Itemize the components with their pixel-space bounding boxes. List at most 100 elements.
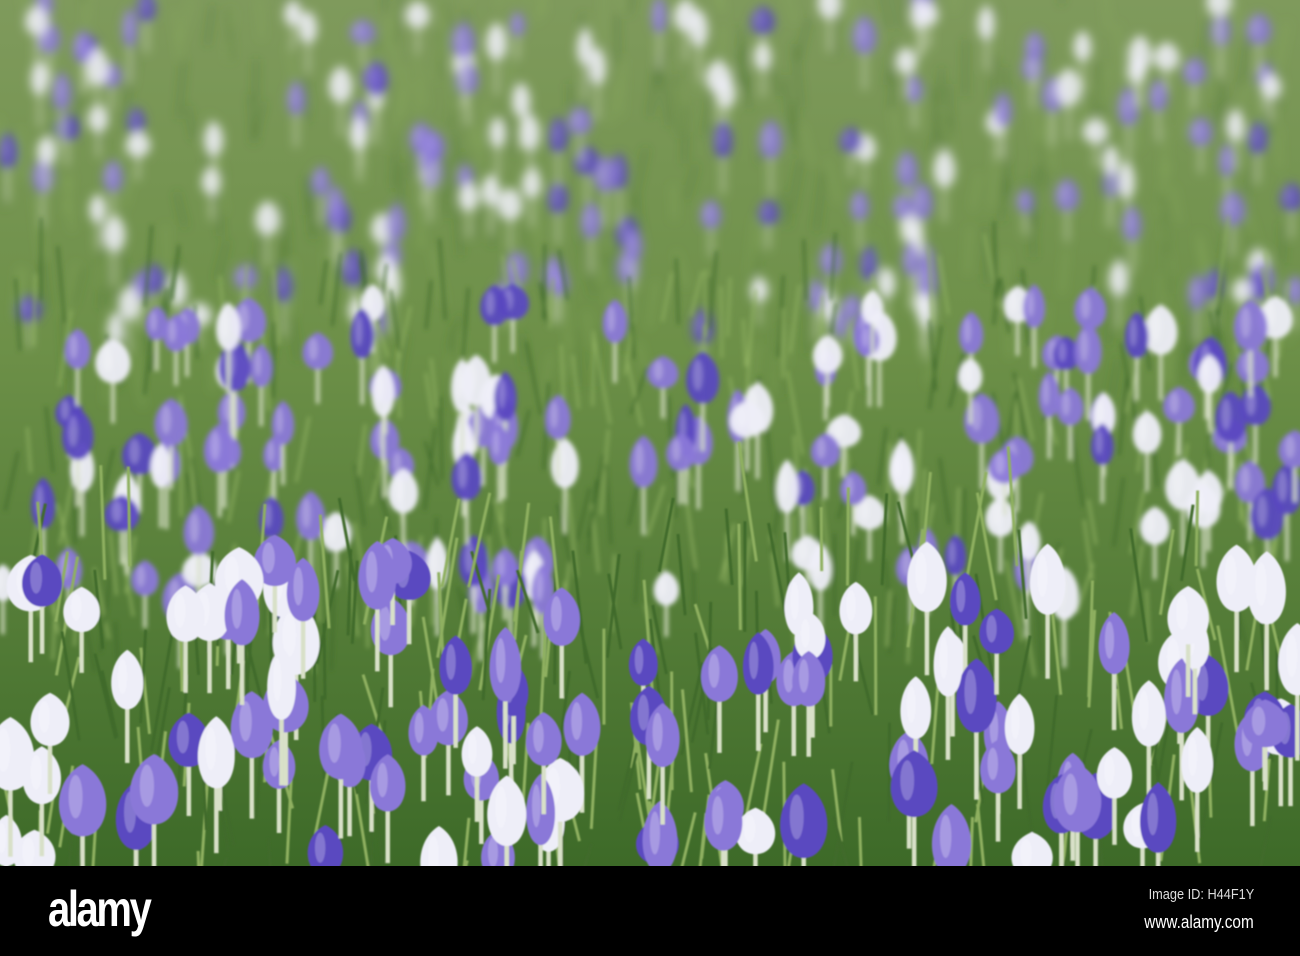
- petal-highlight: [712, 795, 724, 835]
- petal-highlight: [939, 636, 948, 679]
- petal-highlight: [658, 576, 667, 597]
- petal-highlight: [430, 544, 438, 577]
- alamy-url: www.alamy.com: [1144, 912, 1254, 932]
- petal-highlight: [1042, 377, 1050, 406]
- petal-highlight: [207, 126, 214, 148]
- petal-highlight: [302, 498, 311, 528]
- petal-highlight: [1063, 773, 1078, 816]
- petal-highlight: [915, 552, 927, 595]
- grass-blade: [602, 0, 605, 47]
- petal-highlight: [376, 372, 384, 404]
- petal-highlight: [845, 297, 852, 314]
- petal-highlight: [981, 10, 987, 31]
- petal-highlight: [900, 760, 915, 801]
- grass-blade: [720, 286, 724, 358]
- grass-blade: [1277, 126, 1281, 169]
- petal-highlight: [446, 644, 456, 680]
- petal-highlight: [129, 438, 140, 465]
- petal-highlight: [816, 437, 826, 459]
- petal-highlight: [1, 137, 8, 160]
- petal-highlight: [515, 87, 522, 109]
- petal-highlight: [580, 33, 585, 56]
- petal-highlight: [1240, 307, 1251, 338]
- petal-highlight: [56, 77, 62, 101]
- petal-highlight: [1077, 34, 1083, 54]
- grass-blade: [1005, 138, 1008, 196]
- petal-highlight: [914, 2, 920, 22]
- petal-highlight: [353, 121, 359, 142]
- petal-highlight: [1058, 341, 1067, 362]
- petal-highlight: [550, 596, 562, 632]
- petal-highlight: [790, 581, 799, 620]
- petal-highlight: [125, 13, 130, 38]
- petal-highlight: [654, 1, 660, 25]
- grass-blade: [737, 523, 742, 631]
- petal-highlight: [900, 155, 908, 179]
- petal-highlight: [1104, 754, 1115, 786]
- petal-highlight: [824, 247, 831, 268]
- petal-highlight: [40, 139, 47, 158]
- petal-highlight: [860, 500, 870, 521]
- petal-highlight: [920, 297, 926, 320]
- petal-highlight: [637, 694, 649, 731]
- petal-highlight: [1255, 562, 1267, 607]
- petal-highlight: [34, 65, 40, 87]
- petal-highlight: [592, 52, 598, 76]
- petal-highlight: [1097, 398, 1104, 426]
- petal-highlight: [390, 208, 397, 232]
- petal-highlight: [1169, 391, 1179, 414]
- petal-highlight: [1208, 272, 1214, 292]
- petal-highlight: [333, 71, 341, 94]
- petal-highlight: [22, 836, 35, 866]
- petal-highlight: [410, 4, 418, 22]
- petal-highlight: [1112, 264, 1119, 287]
- petal-highlight: [861, 327, 869, 348]
- petal-highlight: [1277, 470, 1287, 502]
- petal-highlight: [552, 121, 559, 145]
- petal-highlight: [76, 34, 84, 55]
- petal-highlight: [485, 291, 495, 316]
- petal-highlight: [937, 154, 945, 178]
- grass-blade: [672, 185, 676, 220]
- grass-blade: [873, 596, 878, 716]
- petal-highlight: [414, 126, 422, 146]
- grass-blade: [1135, 115, 1139, 150]
- petal-highlight: [1172, 466, 1183, 498]
- petal-highlight: [135, 275, 141, 294]
- grass-blade: [704, 269, 708, 338]
- petal-highlight: [355, 22, 363, 38]
- petal-highlight: [355, 315, 363, 347]
- petal-highlight: [696, 312, 703, 336]
- watermark-bar: alamy Image ID: H44F1Y www.alamy.com: [0, 866, 1300, 956]
- petal-highlight: [327, 517, 337, 542]
- grass-blade: [1194, 490, 1200, 567]
- petal-highlight: [131, 134, 139, 151]
- petal-highlight: [314, 832, 326, 863]
- petal-highlight: [1264, 77, 1272, 93]
- petal-highlight: [375, 216, 382, 236]
- petal-highlight: [1225, 195, 1233, 217]
- petal-highlight: [991, 502, 1001, 527]
- petal-highlight: [905, 246, 911, 268]
- petal-highlight: [1009, 291, 1018, 314]
- petal-highlight: [366, 551, 378, 593]
- petal-highlight: [456, 27, 464, 50]
- petal-highlight: [1019, 192, 1025, 207]
- petal-highlight: [1289, 279, 1296, 298]
- petal-highlight: [678, 3, 686, 24]
- petal-highlight: [1251, 706, 1266, 736]
- petal-highlight: [635, 443, 644, 475]
- grass-blade: [254, 59, 257, 101]
- petal-highlight: [762, 202, 769, 219]
- petal-highlight: [997, 97, 1004, 119]
- petal-highlight: [106, 164, 113, 185]
- petal-highlight: [29, 9, 37, 28]
- petal-highlight: [1061, 392, 1071, 416]
- petal-highlight: [571, 702, 583, 741]
- petal-highlight: [894, 455, 902, 478]
- grass-blade: [542, 243, 546, 319]
- petal-highlight: [1159, 45, 1167, 64]
- petal-highlight: [1022, 526, 1029, 551]
- petal-highlight: [36, 161, 44, 184]
- grass-blade: [20, 127, 24, 181]
